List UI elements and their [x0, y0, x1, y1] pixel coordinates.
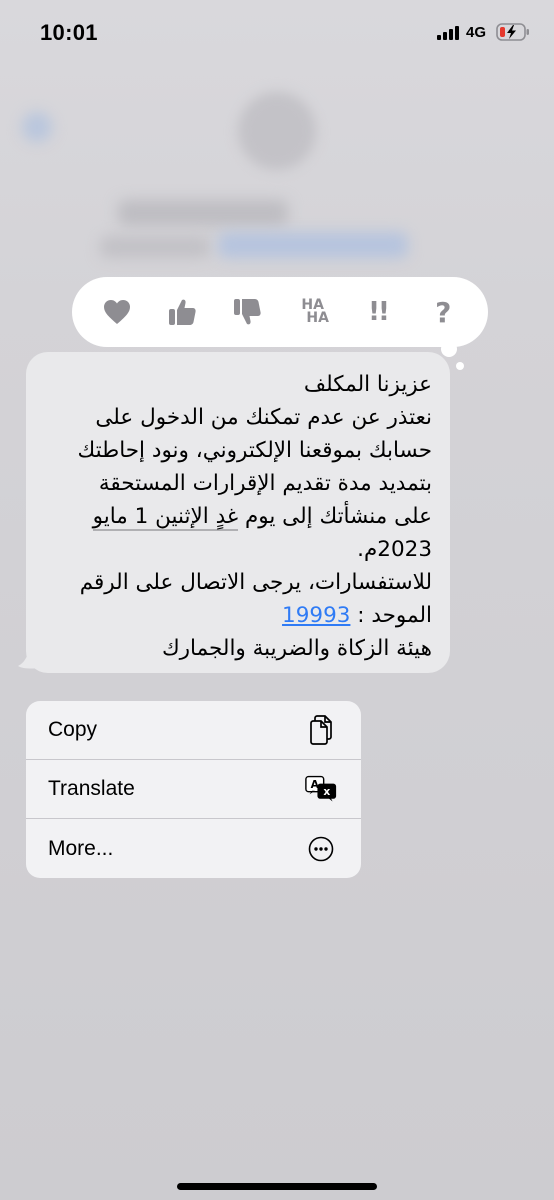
- heart-reaction[interactable]: [93, 288, 141, 336]
- contact-avatar-blurred: [238, 92, 316, 170]
- thumbs-down-reaction[interactable]: [223, 288, 271, 336]
- reactions-bar-tail-dot: [456, 362, 464, 370]
- message-line: الموحد : 19993: [282, 603, 432, 628]
- context-menu: Copy Translate A x More...: [26, 701, 361, 878]
- phone-number-link[interactable]: 19993: [282, 603, 350, 628]
- heart-icon: [103, 300, 130, 324]
- status-bar: 10:01 4G: [0, 0, 554, 66]
- network-type: 4G: [466, 24, 487, 41]
- battery-icon: [496, 23, 529, 41]
- copy-icon: [305, 714, 337, 746]
- signal-icon: [437, 26, 461, 40]
- menu-item-label: Translate: [48, 777, 135, 800]
- message-line: نعتذر عن عدم تمكنك من الدخول على: [95, 405, 432, 430]
- more-icon: [305, 833, 337, 865]
- more-menu-item[interactable]: More...: [26, 819, 361, 878]
- back-button-blurred: [22, 112, 52, 142]
- translate-menu-item[interactable]: Translate A x: [26, 760, 361, 819]
- message-line: للاستفسارات، يرجى الاتصال على الرقم: [79, 570, 432, 595]
- question-reaction[interactable]: ?: [419, 288, 467, 336]
- message-bubble[interactable]: عزيزنا المكلف نعتذر عن عدم تمكنك من الدخ…: [26, 352, 450, 673]
- message-line: هيئة الزكاة والضريبة والجمارك: [161, 636, 432, 661]
- copy-menu-item[interactable]: Copy: [26, 701, 361, 760]
- message-line: 2023م.: [357, 537, 432, 562]
- thumbs-up-icon: [168, 299, 196, 325]
- thumbs-down-icon: [234, 299, 261, 325]
- menu-item-label: More...: [48, 836, 114, 860]
- message-line: على منشأتك إلى يوم غدٍ الإثنين 1 مايو: [92, 504, 432, 531]
- message-line: حسابك بموقعنا الإلكتروني، ونود إحاطتك: [77, 438, 433, 463]
- svg-text:x: x: [323, 785, 330, 798]
- reactions-bar-tail: [441, 341, 457, 357]
- date-detector-link[interactable]: غدٍ الإثنين 1 مايو: [92, 504, 239, 531]
- haha-icon: HA HA: [301, 297, 329, 326]
- thumbs-up-reaction[interactable]: [158, 288, 206, 336]
- blurred-header-text: [118, 200, 288, 226]
- blurred-header-link: [218, 232, 408, 258]
- translate-icon: A x: [305, 773, 337, 805]
- haha-reaction[interactable]: HA HA: [289, 288, 337, 336]
- blurred-header-text: [100, 236, 210, 258]
- tapback-reactions-bar: HA HA !! ?: [72, 277, 488, 347]
- message-line: عزيزنا المكلف: [303, 372, 432, 397]
- home-indicator[interactable]: [177, 1183, 377, 1190]
- status-time: 10:01: [40, 20, 98, 45]
- exclamation-icon: !!: [368, 297, 390, 327]
- message-line: بتمديد مدة تقديم الإقرارات المستحقة: [98, 471, 432, 496]
- menu-item-label: Copy: [48, 718, 98, 741]
- exclamation-reaction[interactable]: !!: [354, 288, 402, 336]
- question-icon: ?: [435, 295, 452, 329]
